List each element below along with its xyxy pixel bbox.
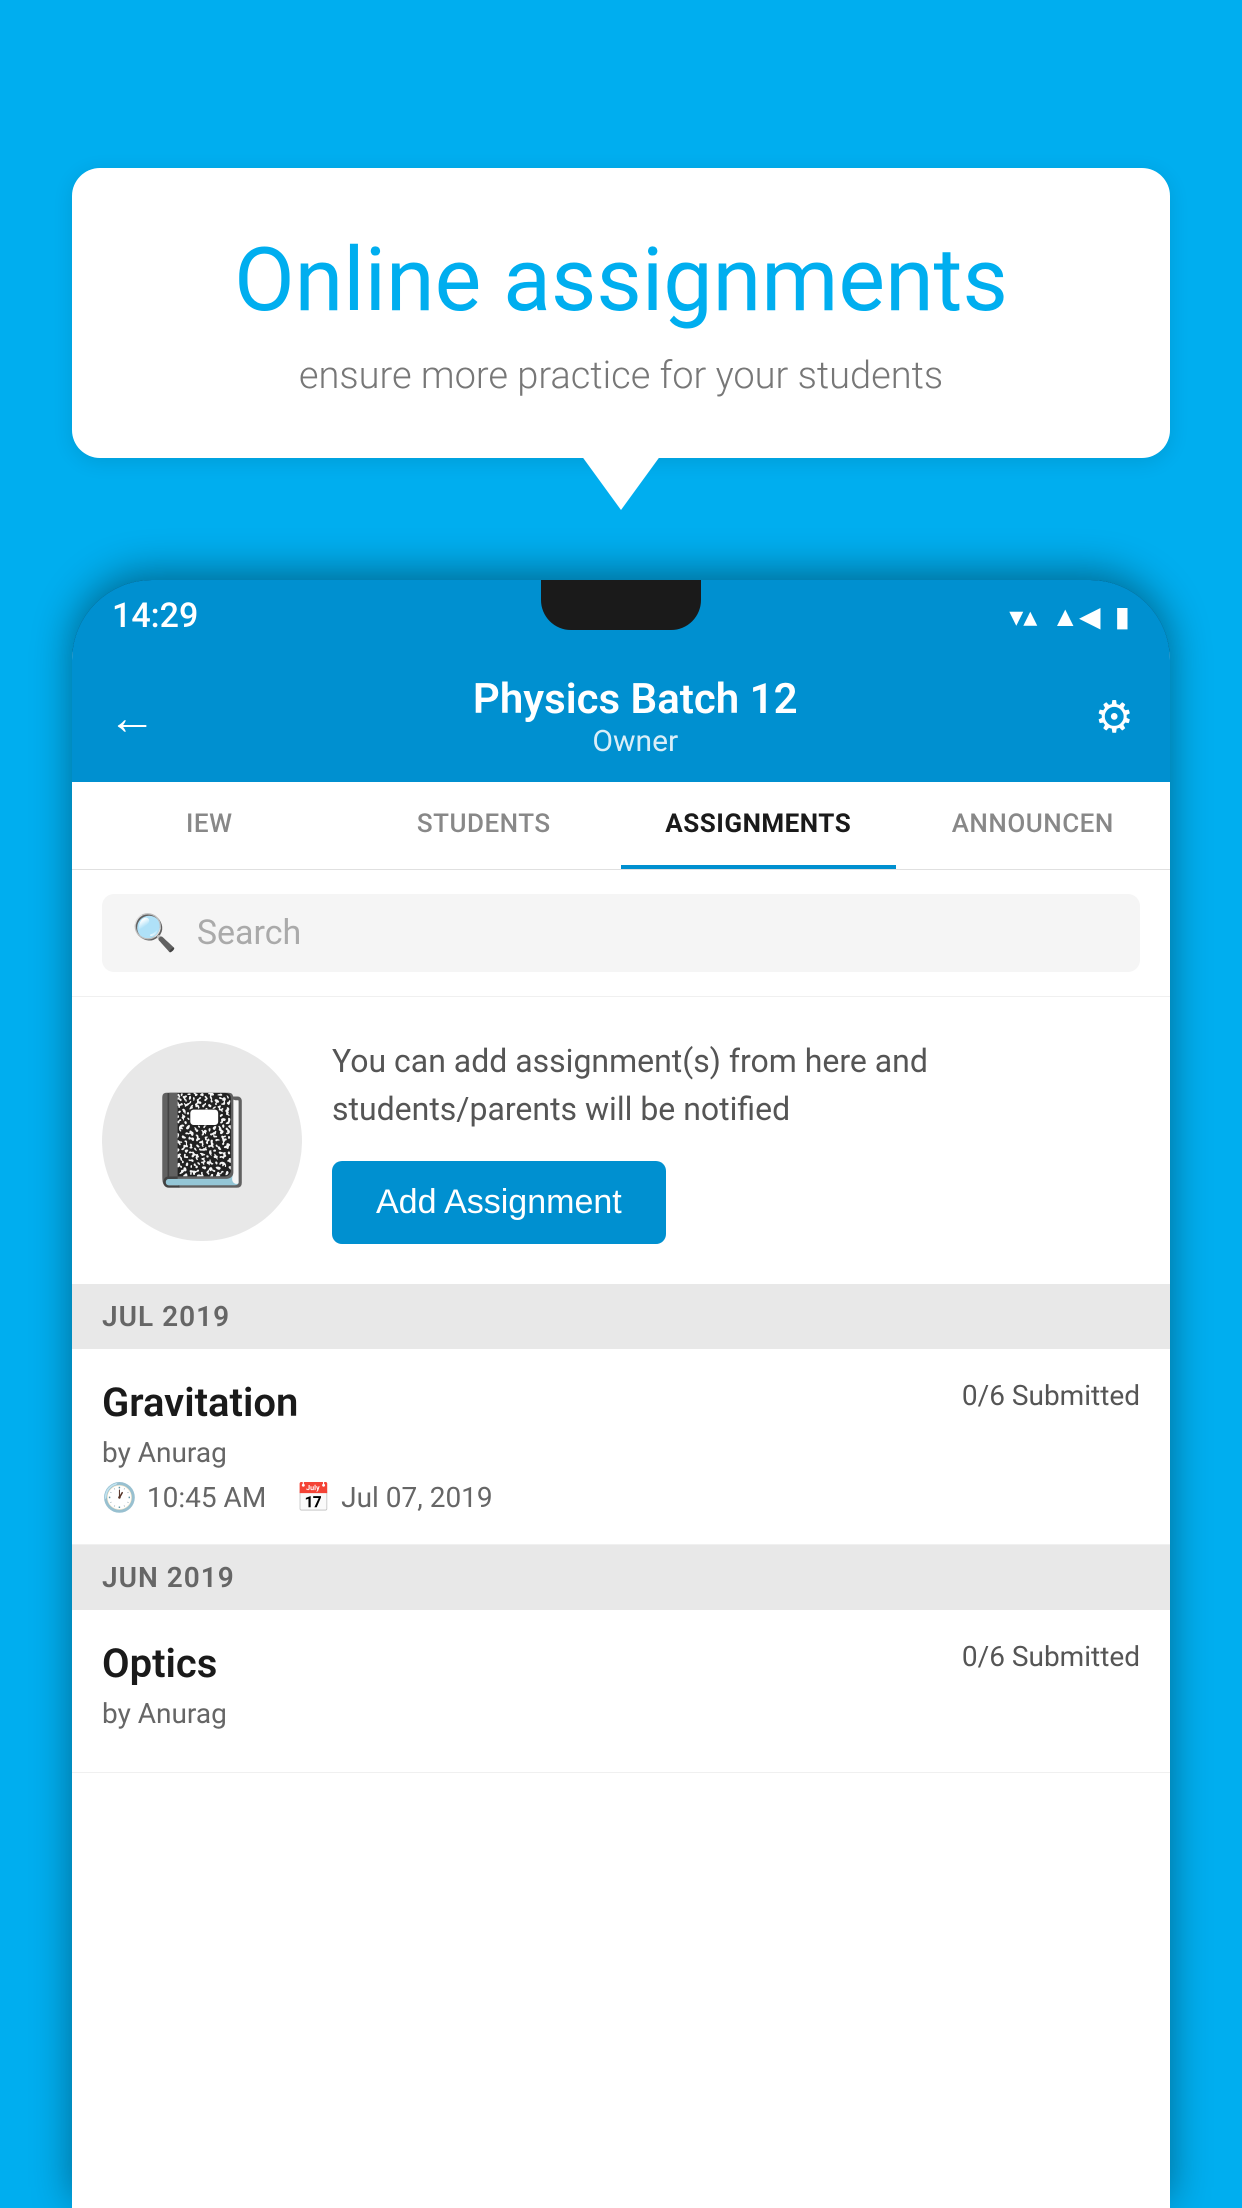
- assignment-submitted: 0/6 Submitted: [962, 1379, 1140, 1412]
- promo-icon-circle: 📓: [102, 1041, 302, 1241]
- assignment-top-optics: Optics 0/6 Submitted: [102, 1640, 1140, 1687]
- assignment-optics[interactable]: Optics 0/6 Submitted by Anurag: [72, 1610, 1170, 1773]
- search-bar-container: 🔍 Search: [72, 870, 1170, 996]
- assignment-top: Gravitation 0/6 Submitted: [102, 1379, 1140, 1426]
- phone-frame: 14:29 ▾▴ ▲◀ ▮ ← Physics Batch 12 Owner ⚙…: [72, 580, 1170, 2208]
- assignment-name: Gravitation: [102, 1379, 298, 1426]
- date-meta: 📅 Jul 07, 2019: [296, 1481, 492, 1514]
- section-header-jun: JUN 2019: [72, 1545, 1170, 1610]
- signal-icon: ▲◀: [1051, 600, 1100, 633]
- assignment-submitted-optics: 0/6 Submitted: [962, 1640, 1140, 1673]
- tab-announcements[interactable]: ANNOUNCEN: [896, 782, 1171, 869]
- assignment-by-optics: by Anurag: [102, 1697, 1140, 1730]
- status-icons: ▾▴ ▲◀ ▮: [1009, 600, 1130, 633]
- status-bar: 14:29 ▾▴ ▲◀ ▮: [72, 580, 1170, 652]
- notebook-icon: 📓: [146, 1088, 258, 1193]
- clock-icon: 🕐: [102, 1481, 137, 1514]
- search-icon: 🔍: [132, 912, 177, 954]
- search-input-wrapper[interactable]: 🔍 Search: [102, 894, 1140, 972]
- tab-overview[interactable]: IEW: [72, 782, 347, 869]
- assignment-time: 10:45 AM: [147, 1481, 266, 1514]
- settings-icon[interactable]: ⚙: [1095, 691, 1134, 743]
- tab-bar: IEW STUDENTS ASSIGNMENTS ANNOUNCEN: [72, 782, 1170, 870]
- assignment-gravitation[interactable]: Gravitation 0/6 Submitted by Anurag 🕐 10…: [72, 1349, 1170, 1545]
- tab-students[interactable]: STUDENTS: [347, 782, 622, 869]
- promo-text: You can add assignment(s) from here and …: [332, 1037, 1140, 1244]
- add-assignment-button[interactable]: Add Assignment: [332, 1161, 666, 1244]
- promo-section: 📓 You can add assignment(s) from here an…: [72, 996, 1170, 1284]
- search-input[interactable]: Search: [197, 913, 301, 953]
- app-bar-subtitle: Owner: [176, 724, 1095, 759]
- speech-bubble-subtitle: ensure more practice for your students: [142, 354, 1100, 398]
- battery-icon: ▮: [1115, 600, 1130, 633]
- phone-inner: ← Physics Batch 12 Owner ⚙ IEW STUDENTS …: [72, 652, 1170, 2208]
- assignment-by: by Anurag: [102, 1436, 1140, 1469]
- speech-bubble-card: Online assignments ensure more practice …: [72, 168, 1170, 458]
- section-header-jul: JUL 2019: [72, 1284, 1170, 1349]
- app-bar-title: Physics Batch 12: [176, 675, 1095, 724]
- notch: [541, 580, 701, 630]
- status-time: 14:29: [112, 596, 198, 636]
- time-meta: 🕐 10:45 AM: [102, 1481, 266, 1514]
- calendar-icon: 📅: [296, 1481, 331, 1514]
- assignment-date: Jul 07, 2019: [341, 1481, 493, 1514]
- assignment-name-optics: Optics: [102, 1640, 217, 1687]
- wifi-icon: ▾▴: [1009, 600, 1037, 633]
- promo-description: You can add assignment(s) from here and …: [332, 1037, 1140, 1133]
- content-area: 🔍 Search 📓 You can add assignment(s) fro…: [72, 870, 1170, 2208]
- app-bar-title-group: Physics Batch 12 Owner: [176, 675, 1095, 759]
- assignment-meta: 🕐 10:45 AM 📅 Jul 07, 2019: [102, 1481, 1140, 1514]
- tab-assignments[interactable]: ASSIGNMENTS: [621, 782, 896, 869]
- speech-bubble-title: Online assignments: [142, 228, 1100, 334]
- app-bar: ← Physics Batch 12 Owner ⚙: [72, 652, 1170, 782]
- back-button[interactable]: ←: [108, 689, 156, 746]
